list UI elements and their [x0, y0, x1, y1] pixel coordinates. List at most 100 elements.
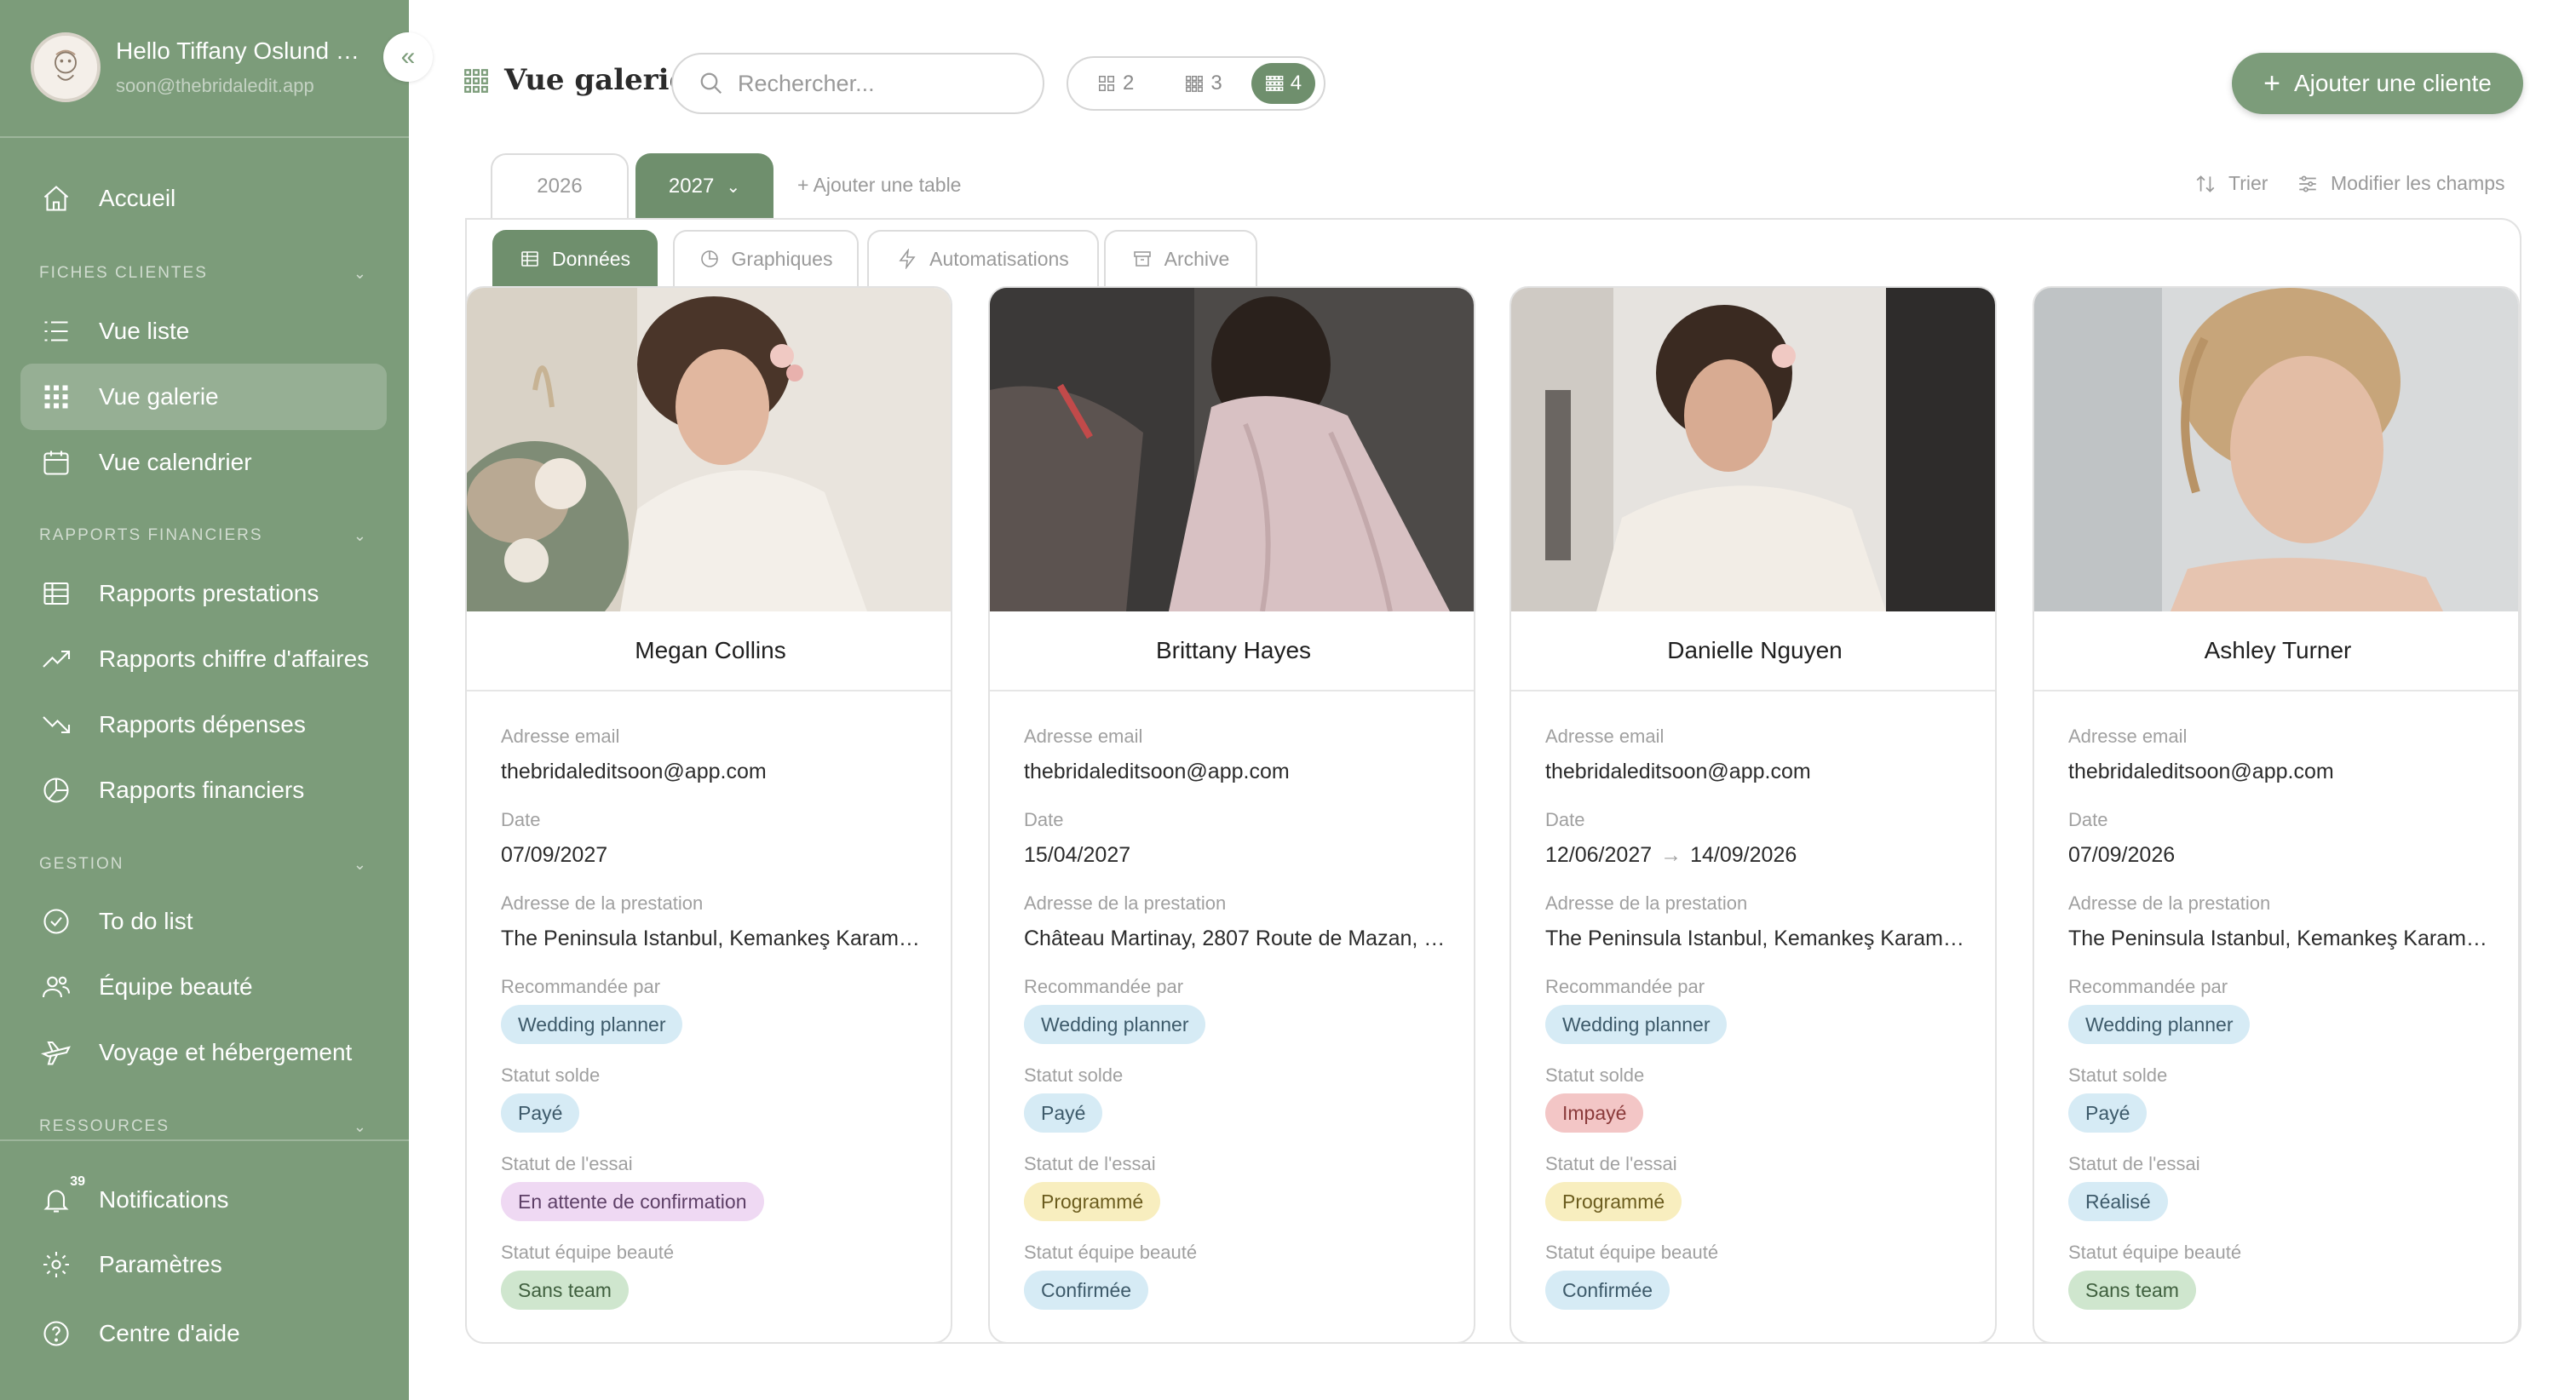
sidebar-item-reports-expenses[interactable]: Rapports dépenses	[20, 691, 387, 758]
tab-automations[interactable]: Automatisations	[867, 230, 1099, 286]
sidebar-item-home[interactable]: Accueil	[20, 165, 387, 232]
chevron-down-icon: ⌄	[353, 855, 368, 873]
avatar[interactable]	[31, 32, 101, 102]
section-reports[interactable]: RAPPORTS FINANCIERS ⌄	[39, 526, 368, 545]
client-photo[interactable]	[1511, 288, 1995, 611]
tab-year-2027[interactable]: 2027 ⌄	[635, 153, 773, 218]
label-date: Date	[501, 809, 541, 830]
value-date: 07/09/2026	[2068, 843, 2176, 867]
client-photo[interactable]	[467, 288, 951, 611]
trial-status-badge: En attente de confirmation	[501, 1182, 764, 1221]
trend-down-icon	[39, 708, 73, 742]
client-name: Danielle Nguyen	[1511, 611, 1995, 691]
sidebar-item-help[interactable]: Centre d'aide	[20, 1300, 387, 1367]
section-clients[interactable]: FICHES CLIENTES ⌄	[39, 264, 368, 283]
sidebar-item-label: Équipe beauté	[99, 973, 253, 1000]
sidebar-item-notifications[interactable]: 39 Notifications	[20, 1167, 387, 1233]
search-box[interactable]	[671, 53, 1044, 114]
tab-data[interactable]: Données	[492, 230, 658, 286]
grid-option-3[interactable]: 3	[1171, 63, 1235, 104]
client-card[interactable]: Danielle Nguyen Adresse email thebridale…	[1509, 286, 1997, 1344]
check-circle-icon	[39, 904, 73, 938]
sliders-icon	[2299, 175, 2316, 192]
user-profile[interactable]: Hello Tiffany Oslund Be... soon@thebrida…	[0, 0, 409, 138]
add-client-button[interactable]: + Ajouter une cliente	[2232, 53, 2523, 114]
client-photo[interactable]	[990, 288, 1474, 611]
value-address: The Peninsula Istanbul, Kemankeş Karamus…	[2068, 927, 2494, 950]
label-balance: Statut solde	[501, 1064, 601, 1086]
section-label: RAPPORTS FINANCIERS	[39, 526, 263, 544]
sidebar-item-list-view[interactable]: Vue liste	[20, 298, 387, 364]
sort-button[interactable]: Trier	[2194, 172, 2268, 195]
sidebar-item-gallery-view[interactable]: Vue galerie	[20, 364, 387, 430]
sort-label: Trier	[2228, 172, 2268, 194]
user-email: soon@thebridaledit.app	[116, 75, 314, 96]
chevron-down-icon: ⌄	[353, 264, 368, 282]
sidebar-item-label: Rapports chiffre d'affaires	[99, 645, 370, 672]
sidebar-item-label: Vue calendrier	[99, 449, 252, 475]
edit-fields-button[interactable]: Modifier les champs	[2297, 172, 2505, 195]
date-start: 12/06/2027	[1545, 843, 1653, 867]
collapse-sidebar-button[interactable]: «	[383, 32, 433, 82]
tab-archive[interactable]: Archive	[1104, 230, 1257, 286]
notification-count-badge: 39	[70, 1174, 85, 1189]
grid-option-2[interactable]: 2	[1084, 63, 1147, 104]
sidebar-item-reports-revenue[interactable]: Rapports chiffre d'affaires	[20, 626, 387, 692]
search-input[interactable]	[738, 70, 1027, 97]
label-team: Statut équipe beauté	[501, 1242, 675, 1263]
sidebar-item-todo[interactable]: To do list	[20, 888, 387, 955]
team-status-badge: Sans team	[501, 1271, 629, 1310]
sidebar-item-label: To do list	[99, 908, 193, 934]
pie-chart-icon	[39, 773, 73, 807]
label-referred: Recommandée par	[1545, 976, 1705, 997]
date-end: 14/09/2026	[1690, 843, 1797, 867]
user-name: Hello Tiffany Oslund Be...	[116, 37, 371, 64]
search-icon	[699, 71, 724, 96]
double-chevron-left-icon: «	[400, 43, 416, 71]
label-balance: Statut solde	[1545, 1064, 1645, 1086]
value-date: 15/04/2027	[1024, 843, 1131, 867]
label-balance: Statut solde	[1024, 1064, 1124, 1086]
label-date: Date	[1024, 809, 1064, 830]
list-icon	[39, 314, 73, 348]
table-icon	[521, 251, 538, 267]
sidebar-item-reports-financial[interactable]: Rapports financiers	[20, 757, 387, 823]
sidebar-item-calendar-view[interactable]: Vue calendrier	[20, 429, 387, 496]
client-card[interactable]: Megan Collins Adresse email thebridaledi…	[465, 286, 952, 1344]
balance-status-badge: Impayé	[1545, 1093, 1644, 1133]
grid-icon	[1265, 76, 1284, 91]
sidebar-item-travel[interactable]: Voyage et hébergement	[20, 1019, 387, 1086]
label-address: Adresse de la prestation	[501, 892, 704, 914]
section-resources[interactable]: RESSOURCES ⌄	[39, 1117, 368, 1136]
grid-option-4[interactable]: 4	[1251, 63, 1316, 104]
sidebar-item-settings[interactable]: Paramètres	[20, 1231, 387, 1298]
grid-option-label: 4	[1290, 72, 1302, 95]
sidebar-item-beauty-team[interactable]: Équipe beauté	[20, 954, 387, 1020]
section-management[interactable]: GESTION ⌄	[39, 855, 368, 874]
client-card[interactable]: Ashley Turner Adresse email thebridaledi…	[2033, 286, 2520, 1344]
sort-icon	[2196, 175, 2215, 192]
label-team: Statut équipe beauté	[1545, 1242, 1719, 1263]
label-address: Adresse de la prestation	[1024, 892, 1227, 914]
lightning-icon	[899, 249, 916, 269]
sidebar-item-label: Rapports dépenses	[99, 711, 306, 737]
sidebar-item-label: Accueil	[99, 185, 176, 211]
sidebar-item-label: Vue galerie	[99, 383, 219, 410]
sidebar-item-reports-services[interactable]: Rapports prestations	[20, 560, 387, 627]
bride-photo-image	[1511, 288, 1995, 611]
tab-charts[interactable]: Graphiques	[673, 230, 859, 286]
chevron-down-icon: ⌄	[353, 526, 368, 544]
add-table-button[interactable]: + Ajouter une table	[797, 174, 961, 197]
label-trial: Statut de l'essai	[1545, 1153, 1677, 1174]
label-date: Date	[1545, 809, 1585, 830]
label-balance: Statut solde	[2068, 1064, 2168, 1086]
client-photo[interactable]	[2034, 288, 2518, 611]
client-card[interactable]: Brittany Hayes Adresse email thebridaled…	[988, 286, 1475, 1344]
value-address: The Peninsula Istanbul, Kemankeş Karamus…	[1545, 927, 1971, 950]
value-date-range: 12/06/2027 → 14/09/2026	[1545, 843, 1971, 868]
tab-year-2026[interactable]: 2026	[491, 153, 629, 218]
grid-icon	[1186, 76, 1204, 92]
grid-option-label: 3	[1210, 72, 1222, 95]
trial-status-badge: Programmé	[1024, 1182, 1161, 1221]
team-status-badge: Confirmée	[1024, 1271, 1149, 1310]
